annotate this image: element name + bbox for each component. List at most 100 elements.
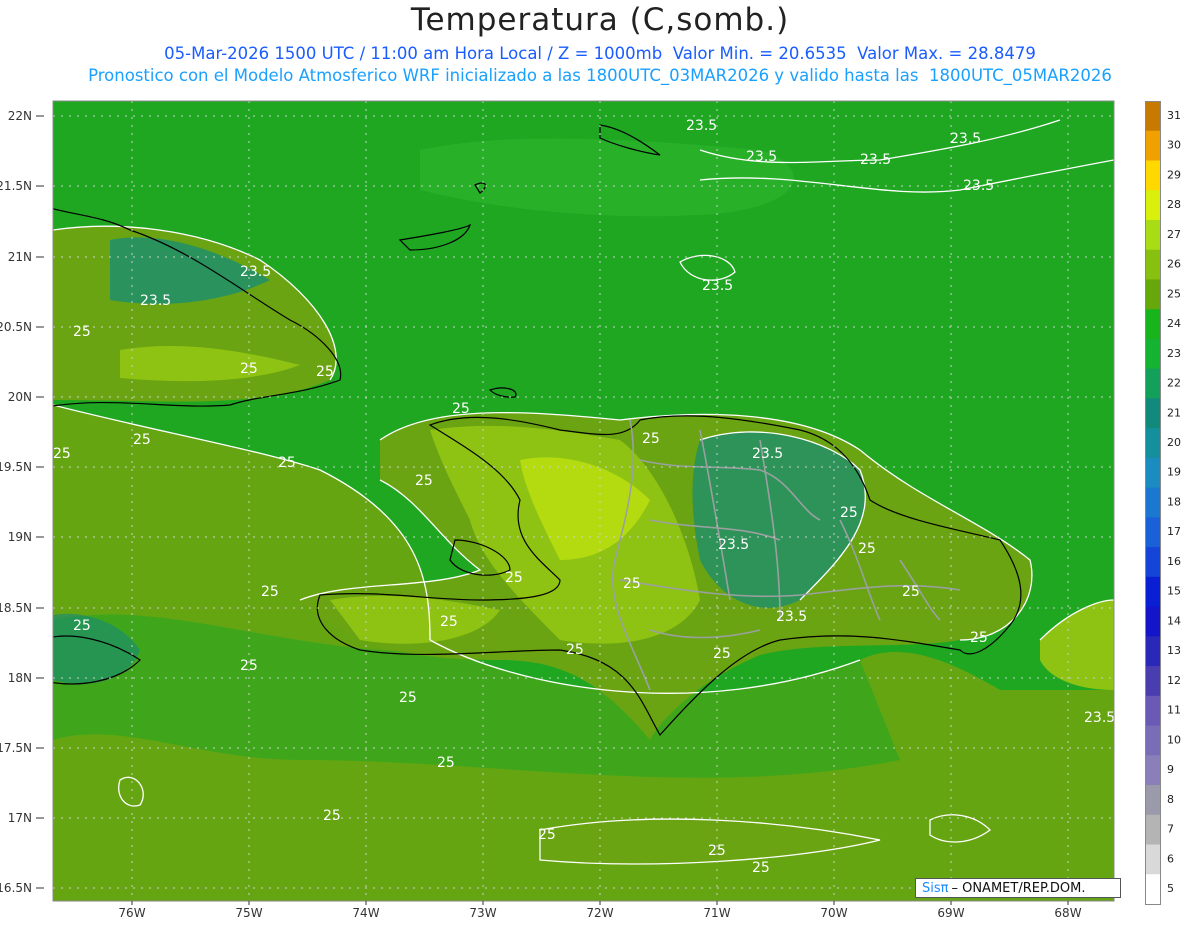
colorbar-swatch xyxy=(1145,636,1160,667)
contour-label: 25 xyxy=(452,401,470,417)
lat-label: 19N xyxy=(8,530,32,544)
colorbar-label: 9 xyxy=(1167,763,1174,776)
color-scale-legend: 31 30 29 28 27 26 25 24 23 22 21 20 19 18 17 16 15 14 13 12… xyxy=(1145,101,1181,905)
lon-label: 73W xyxy=(469,906,496,920)
credit-box: Sisπ – ONAMET/REP.DOM. xyxy=(915,878,1121,898)
contour-label: 25 xyxy=(505,570,523,586)
contour-label: 25 xyxy=(708,843,726,859)
colorbar-swatch xyxy=(1145,249,1160,280)
colorbar-swatch xyxy=(1145,517,1160,548)
colorbar-swatch xyxy=(1145,309,1160,340)
colorbar-swatch xyxy=(1145,457,1160,489)
lat-label: 20N xyxy=(8,390,32,404)
contour-label: 25 xyxy=(73,618,91,634)
colorbar-label: 18 xyxy=(1167,495,1181,508)
colorbar-swatch xyxy=(1145,576,1160,608)
lon-label: 72W xyxy=(586,906,613,920)
colorbar-swatch xyxy=(1145,101,1160,132)
colorbar-swatch xyxy=(1145,398,1160,429)
colorbar-label: 20 xyxy=(1167,436,1181,449)
contour-label: 23.5 xyxy=(702,278,733,294)
weather-map: 23.5 23.5 23.5 23.5 23.5 23.5 23.5 23.5 … xyxy=(0,100,1115,920)
colorbar-label: 19 xyxy=(1167,466,1181,479)
colorbar-label: 14 xyxy=(1167,614,1181,627)
credit-text: – ONAMET/REP.DOM. xyxy=(951,880,1086,896)
contour-label: 25 xyxy=(437,755,455,771)
lat-label: 16.5N xyxy=(0,881,32,895)
colorbar-label: 16 xyxy=(1167,555,1181,568)
colorbar-label: 28 xyxy=(1167,198,1181,211)
colorbar-swatch xyxy=(1145,487,1160,518)
colorbar-label: 11 xyxy=(1167,704,1181,717)
contour-label: 23.5 xyxy=(776,609,807,625)
contour-label: 25 xyxy=(713,646,731,662)
lat-label: 21N xyxy=(8,250,32,264)
contour-label: 23.5 xyxy=(752,446,783,462)
latitude-axis: 22N 21.5N 21N 20.5N 20N 19.5N 19N 18.5N … xyxy=(0,109,32,895)
contour-label: 25 xyxy=(323,808,341,824)
colorbar-swatch xyxy=(1145,695,1160,727)
colorbar-swatch xyxy=(1145,279,1160,310)
colorbar-label: 6 xyxy=(1167,852,1174,865)
contour-label: 25 xyxy=(623,576,641,592)
contour-label: 25 xyxy=(566,642,584,658)
contour-label: 23.5 xyxy=(140,293,171,309)
contour-label: 25 xyxy=(970,630,988,646)
colorbar-label: 23 xyxy=(1167,347,1181,360)
contour-label: 25 xyxy=(240,361,258,377)
colorbar-swatch xyxy=(1145,190,1160,221)
contour-label: 23.5 xyxy=(718,537,749,553)
longitude-axis: 76W 75W 74W 73W 72W 71W 70W 69W 68W xyxy=(118,906,1081,920)
colorbar-label: 17 xyxy=(1167,525,1181,538)
colorbar-swatch xyxy=(1145,785,1160,816)
colorbar-label: 8 xyxy=(1167,793,1174,806)
colorbar-swatch xyxy=(1145,725,1160,756)
lat-label: 17N xyxy=(8,811,32,825)
contour-label: 25 xyxy=(642,431,660,447)
lat-label: 22N xyxy=(8,109,32,123)
contour-label: 25 xyxy=(73,324,91,340)
lat-label: 21.5N xyxy=(0,179,32,193)
lon-label: 71W xyxy=(703,906,730,920)
colorbar-label: 5 xyxy=(1167,882,1174,895)
colorbar-label: 22 xyxy=(1167,377,1181,390)
lat-label: 17.5N xyxy=(0,741,32,755)
contour-label: 25 xyxy=(840,505,858,521)
longitude-ticks xyxy=(131,901,1069,905)
contour-label: 23.5 xyxy=(746,149,777,165)
contour-label: 25 xyxy=(261,584,279,600)
colorbar-swatch xyxy=(1145,547,1160,578)
sispi-logo: Sisπ xyxy=(922,880,949,896)
colorbar-swatch xyxy=(1145,874,1160,905)
colorbar-label: 31 xyxy=(1167,109,1181,122)
colorbar-label: 13 xyxy=(1167,644,1181,657)
lon-label: 69W xyxy=(937,906,964,920)
colorbar-swatch xyxy=(1145,338,1160,370)
lon-label: 70W xyxy=(820,906,847,920)
contour-label: 25 xyxy=(858,541,876,557)
contour-label: 25 xyxy=(440,614,458,630)
colorbar-swatch xyxy=(1145,666,1160,697)
lat-label: 19.5N xyxy=(0,460,32,474)
contour-label: 25 xyxy=(399,690,417,706)
lat-label: 20.5N xyxy=(0,320,32,334)
contour-label: 23.5 xyxy=(1084,710,1115,726)
colorbar-label: 26 xyxy=(1167,258,1181,271)
contour-label: 23.5 xyxy=(860,152,891,168)
lon-label: 76W xyxy=(118,906,145,920)
contour-label: 25 xyxy=(752,860,770,876)
contour-label: 25 xyxy=(538,827,556,843)
contour-label: 25 xyxy=(316,364,334,380)
colorbar-label: 21 xyxy=(1167,406,1181,419)
colorbar-swatch xyxy=(1145,130,1160,161)
map-subtitle-model-info: Pronostico con el Modelo Atmosferico WRF… xyxy=(88,66,1112,85)
colorbar-swatch xyxy=(1145,814,1160,846)
colorbar-label: 7 xyxy=(1167,823,1174,836)
contour-label: 25 xyxy=(133,432,151,448)
temperature-field: 23.5 23.5 23.5 23.5 23.5 23.5 23.5 23.5 … xyxy=(53,101,1115,901)
colorbar-swatch xyxy=(1145,368,1160,399)
contour-label: 23.5 xyxy=(686,118,717,134)
colorbar-label: 29 xyxy=(1167,168,1181,181)
contour-label: 25 xyxy=(278,455,296,471)
map-subtitle-valid-time: 05-Mar-2026 1500 UTC / 11:00 am Hora Loc… xyxy=(164,44,1036,63)
